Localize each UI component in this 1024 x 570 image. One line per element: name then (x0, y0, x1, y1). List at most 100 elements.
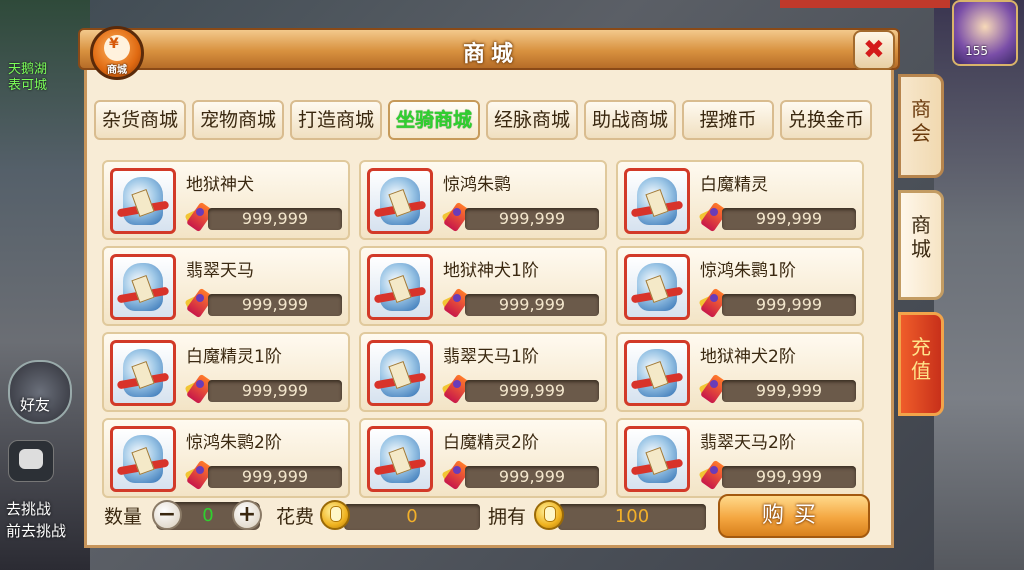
item-card[interactable]: 白魔精灵 999,999 (616, 160, 864, 240)
item-card[interactable]: 白魔精灵2阶 999,999 (359, 418, 607, 498)
tab-forge-shop[interactable]: 打造商城 (290, 100, 382, 140)
cost-value: 0 (406, 506, 418, 527)
item-card[interactable]: 惊鸿朱鹮 999,999 (359, 160, 607, 240)
mount-scroll-icon (110, 426, 176, 492)
item-name: 翡翠天马2阶 (700, 433, 796, 453)
friend-label: 好友 (20, 396, 51, 414)
item-price-bar: 999,999 (465, 208, 599, 230)
item-name: 白魔精灵1阶 (186, 347, 282, 367)
plus-button[interactable]: + (232, 500, 262, 530)
quantity-label: 数量 (104, 506, 143, 528)
item-price-bar: 999,999 (722, 294, 856, 316)
yen-symbol: ¥ (109, 36, 119, 52)
item-price-bar: 999,999 (722, 208, 856, 230)
item-name: 翡翠天马 (186, 261, 254, 281)
item-price: 999,999 (241, 467, 309, 486)
side-tab-label: 商城 (911, 213, 931, 261)
side-tab-commerce[interactable]: 商会 (898, 74, 944, 178)
item-price: 999,999 (755, 381, 823, 400)
chat-line: 去挑战 (6, 500, 52, 518)
item-card[interactable]: 惊鸿朱鹮1阶 999,999 (616, 246, 864, 326)
cost-value-bar: 0 (344, 504, 480, 530)
mount-scroll-icon (624, 254, 690, 320)
side-tab-mall[interactable]: 商城 (898, 190, 944, 300)
shop-dialog: 商城 ¥ 商城 ✖ 杂货商城 宠物商城 打造商城 坐骑商城 经脉商城 助战商城 … (78, 26, 900, 548)
gold-coin-icon (320, 500, 350, 530)
item-card[interactable]: 惊鸿朱鹮2阶 999,999 (102, 418, 350, 498)
tab-pet-shop[interactable]: 宠物商城 (192, 100, 284, 140)
tab-assist-shop[interactable]: 助战商城 (584, 100, 676, 140)
buy-button[interactable]: 购买 (718, 494, 870, 538)
mount-scroll-icon (110, 340, 176, 406)
item-price: 999,999 (498, 295, 566, 314)
item-name: 惊鸿朱鹮2阶 (186, 433, 282, 453)
mount-scroll-icon (110, 168, 176, 234)
item-price-bar: 999,999 (208, 380, 342, 402)
tab-stall-coin[interactable]: 摆摊币 (682, 100, 774, 140)
item-price: 999,999 (755, 295, 823, 314)
item-card[interactable]: 翡翠天马 999,999 (102, 246, 350, 326)
tab-meridian-shop[interactable]: 经脉商城 (486, 100, 578, 140)
item-name: 地狱神犬 (186, 175, 254, 195)
item-card[interactable]: 翡翠天马2阶 999,999 (616, 418, 864, 498)
map-location-line1: 天鹅湖 (8, 62, 48, 77)
item-name: 白魔精灵2阶 (443, 433, 539, 453)
mount-scroll-icon (110, 254, 176, 320)
mount-scroll-icon (624, 168, 690, 234)
purchase-bar: 数量 0 − + 花费 0 拥有 100 购买 (102, 494, 882, 538)
side-tab-recharge[interactable]: 充值 (898, 312, 944, 416)
item-price: 999,999 (241, 381, 309, 400)
hp-bar (780, 0, 900, 8)
chat-button[interactable] (8, 440, 54, 482)
item-name: 惊鸿朱鹮1阶 (700, 261, 796, 281)
item-grid: 地狱神犬 999,999 惊鸿朱鹮 999,999 白魔精灵 999,999 翡翠天马 999… (102, 160, 872, 502)
dialog-title: 商城 (462, 42, 519, 67)
item-price-bar: 999,999 (208, 466, 342, 488)
item-name: 白魔精灵 (700, 175, 768, 195)
tab-mount-shop[interactable]: 坐骑商城 (388, 100, 480, 140)
tab-grocery-shop[interactable]: 杂货商城 (94, 100, 186, 140)
mount-scroll-icon (367, 426, 433, 492)
owned-label: 拥有 (488, 506, 527, 528)
item-name: 地狱神犬2阶 (700, 347, 796, 367)
item-price: 999,999 (498, 467, 566, 486)
mount-scroll-icon (367, 254, 433, 320)
minus-button[interactable]: − (152, 500, 182, 530)
mount-scroll-icon (624, 426, 690, 492)
cost-label: 花费 (276, 506, 315, 528)
chat-line: 前去挑战 (6, 522, 67, 540)
mount-scroll-icon (624, 340, 690, 406)
owned-value: 100 (614, 506, 650, 527)
mount-scroll-icon (367, 168, 433, 234)
item-card[interactable]: 翡翠天马1阶 999,999 (359, 332, 607, 412)
mount-scroll-icon (367, 340, 433, 406)
item-card[interactable]: 白魔精灵1阶 999,999 (102, 332, 350, 412)
item-card[interactable]: 地狱神犬1阶 999,999 (359, 246, 607, 326)
item-price-bar: 999,999 (722, 466, 856, 488)
gold-coin-icon (534, 500, 564, 530)
player-level: 155 (965, 44, 988, 58)
shop-logo-label: 商城 (107, 65, 127, 76)
mp-bar (900, 0, 950, 8)
close-button[interactable]: ✖ (853, 30, 895, 70)
item-price-bar: 999,999 (465, 466, 599, 488)
side-tab-label: 充值 (911, 335, 931, 383)
item-card[interactable]: 地狱神犬 999,999 (102, 160, 350, 240)
game-scene-right (934, 0, 1024, 570)
item-name: 惊鸿朱鹮 (443, 175, 511, 195)
tab-exchange-gold[interactable]: 兑换金币 (780, 100, 872, 140)
item-price-bar: 999,999 (465, 380, 599, 402)
item-price: 999,999 (755, 467, 823, 486)
item-price-bar: 999,999 (208, 208, 342, 230)
item-price: 999,999 (755, 209, 823, 228)
item-price: 999,999 (241, 295, 309, 314)
item-card[interactable]: 地狱神犬2阶 999,999 (616, 332, 864, 412)
item-price: 999,999 (241, 209, 309, 228)
item-name: 翡翠天马1阶 (443, 347, 539, 367)
shop-tabs: 杂货商城 宠物商城 打造商城 坐骑商城 经脉商城 助战商城 摆摊币 兑换金币 (94, 100, 884, 142)
title-scroll: 商城 (78, 28, 900, 70)
shop-logo-icon: ¥ 商城 (90, 26, 144, 80)
item-price-bar: 999,999 (722, 380, 856, 402)
item-price-bar: 999,999 (465, 294, 599, 316)
item-name: 地狱神犬1阶 (443, 261, 539, 281)
